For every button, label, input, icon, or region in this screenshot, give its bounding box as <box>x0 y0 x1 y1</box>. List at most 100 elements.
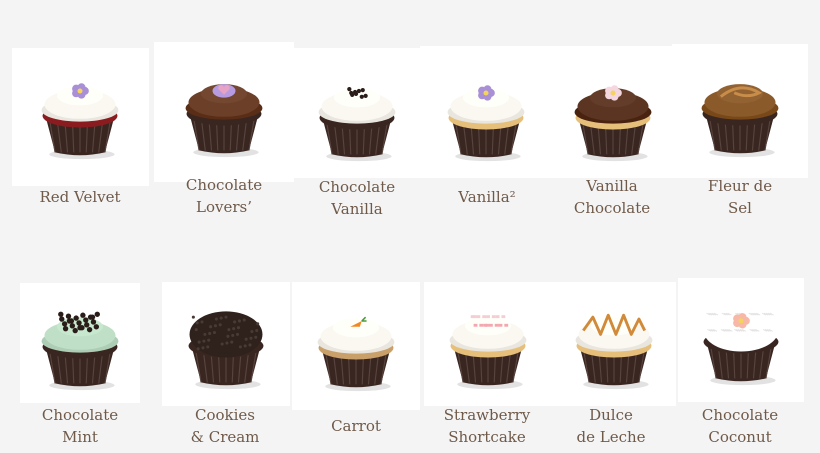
chocolate-pearl <box>77 325 83 331</box>
cookie-crumb <box>214 317 218 321</box>
cookie-crumb <box>197 340 201 344</box>
cupcake-card-dulce-de-leche[interactable] <box>552 282 676 406</box>
cookie-crumb <box>209 325 213 329</box>
cupcake-chocolate-mint-image <box>41 311 119 391</box>
cookie-crumb <box>224 315 228 319</box>
strawberry-piece <box>485 323 489 327</box>
cookie-crumb <box>202 339 206 343</box>
cookie-crumb <box>207 338 211 342</box>
cupcake-label-chocolate-vanilla: Chocolate Vanilla <box>318 178 396 218</box>
cookie-crumb <box>206 345 210 349</box>
cupcake-card-strawberry-shortcake[interactable] <box>424 282 552 406</box>
cookie-crumb <box>347 87 352 92</box>
flower-center <box>610 90 616 96</box>
chocolate-pearl <box>69 323 76 329</box>
cupcake-label-chocolate-lovers: Chocolate Lovers’ <box>185 176 263 216</box>
cookie-crumb <box>231 333 235 337</box>
cupcake-label-cookies-cream: Cookies & Cream <box>190 406 260 446</box>
cookie-crumb <box>208 331 212 335</box>
cookie-crumb <box>237 319 241 323</box>
strawberry-piece <box>501 315 506 319</box>
chocolate-pearl <box>61 321 68 327</box>
chocolate-pearl <box>93 324 100 330</box>
strawberry-piece <box>479 323 484 327</box>
chocolate-pearl <box>86 326 93 333</box>
cupcake-cookies-cream-image <box>188 311 264 390</box>
strawberry-piece <box>491 315 496 319</box>
strawberry-piece <box>486 315 490 319</box>
cupcake-label-chocolate-mint: Chocolate Mint <box>41 406 119 446</box>
cookie-crumb <box>235 332 240 336</box>
cupcake-label-carrot: Carrot <box>331 417 381 435</box>
cupcake-card-vanilla-chocolate[interactable] <box>548 46 678 178</box>
cupcake-fleur-de-sel-image <box>701 84 779 158</box>
cookie-crumb <box>194 328 198 332</box>
cupcake-card-chocolate-vanilla[interactable] <box>292 48 422 178</box>
cookie-crumb <box>195 321 199 325</box>
chocolate-pearl <box>58 311 64 317</box>
cupcake-card-vanilla-squared[interactable] <box>420 46 552 178</box>
cupcake-label-vanilla-squared: Vanilla² <box>458 188 516 206</box>
cupcake-label-fleur-de-sel: Fleur de Sel <box>707 177 773 217</box>
cookie-crumb <box>359 94 364 99</box>
cupcake-card-carrot[interactable] <box>292 282 420 410</box>
cookie-crumb <box>220 342 224 346</box>
cookie-crumb <box>218 323 222 327</box>
strawberry-piece <box>498 323 503 327</box>
cupcake-vanilla-squared-image <box>447 85 525 162</box>
flower-center <box>77 88 83 94</box>
chocolate-pearl <box>62 325 69 332</box>
cookie-crumb <box>219 316 223 320</box>
cupcake-carrot-image <box>317 316 395 392</box>
cookie-crumb <box>233 320 237 324</box>
cupcake-card-fleur-de-sel[interactable] <box>672 44 808 178</box>
cookie-crumb <box>236 326 241 330</box>
cupcake-card-cookies-cream[interactable] <box>162 282 290 406</box>
flower-center <box>738 318 744 324</box>
cookie-crumb <box>256 322 260 326</box>
strawberry-piece <box>494 323 499 327</box>
strawberry-piece <box>495 315 500 319</box>
strawberry-piece <box>504 323 509 327</box>
cookie-crumb <box>243 344 247 348</box>
cookie-crumb <box>191 315 195 319</box>
cupcake-vanilla-chocolate-image <box>574 85 652 162</box>
cupcake-card-chocolate-mint[interactable] <box>20 283 140 403</box>
chocolate-pearl <box>87 314 94 320</box>
cookie-crumb <box>249 336 253 340</box>
cupcake-frosting-swirl <box>332 318 380 338</box>
cookie-crumb <box>242 318 246 322</box>
strawberry-piece <box>482 315 487 319</box>
chocolate-pearl <box>80 312 86 318</box>
cookie-crumb <box>196 347 200 351</box>
cupcake-label-dulce-de-leche: Dulce de Leche <box>576 406 646 446</box>
cookie-crumb <box>349 90 354 96</box>
chocolate-pearl <box>59 316 65 322</box>
cookie-crumb <box>201 346 205 350</box>
chocolate-pearl <box>83 317 89 323</box>
strawberry-piece <box>488 323 493 327</box>
chocolate-pearl <box>65 313 72 319</box>
cupcake-card-chocolate-coconut[interactable] <box>678 278 804 402</box>
cookie-crumb <box>212 330 217 335</box>
cookie-crumb <box>248 343 252 347</box>
cookie-crumb <box>360 87 365 93</box>
cookie-crumb <box>254 335 258 339</box>
cupcake-chocolate-lovers-image <box>185 84 263 158</box>
cupcake-label-vanilla-chocolate: Vanilla Chocolate <box>573 177 651 217</box>
cupcake-card-red-velvet[interactable] <box>12 48 149 186</box>
cupcake-chocolate-coconut-image <box>703 309 779 386</box>
cookie-crumb <box>352 89 358 95</box>
cookie-crumb <box>227 328 231 332</box>
cookie-crumb <box>226 334 230 338</box>
cookie-crumb <box>356 88 362 94</box>
chocolate-pearl <box>90 319 97 325</box>
cupcake-card-chocolate-lovers[interactable] <box>154 42 294 182</box>
cookie-crumb <box>238 345 242 349</box>
chocolate-pearl <box>73 315 79 321</box>
strawberry-piece <box>476 315 481 319</box>
chocolate-pearl <box>84 322 90 328</box>
chocolate-pearl <box>72 327 78 334</box>
cookie-crumb <box>213 324 217 328</box>
cookie-crumb <box>203 332 207 336</box>
